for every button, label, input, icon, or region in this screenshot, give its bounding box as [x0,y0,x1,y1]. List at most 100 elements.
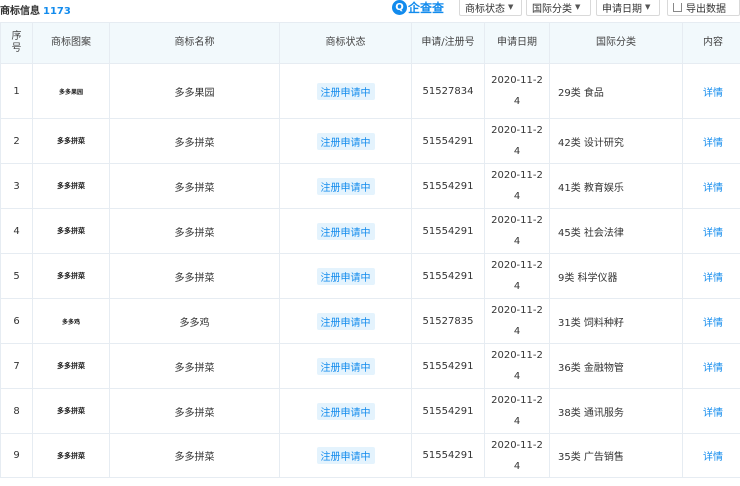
trademark-image: 多多拼菜 [32,208,110,254]
application-date: 2020-11-24 [491,439,543,472]
application-date: 2020-11-24 [491,395,543,427]
trademark-image: 多多拼菜 [32,343,110,389]
row-index: 3 [0,163,33,209]
table-header-row: 序号 商标图案 商标名称 商标状态 申请/注册号 申请日期 国际分类 内容 [0,22,740,64]
trademark-name: 多多拼菜 [109,208,280,254]
row-index: 1 [0,63,33,119]
status-cell: 注册申请中 [279,343,412,389]
date-cell: 2020-11-24 [484,388,550,434]
intl-class: 38类 通讯服务 [549,388,683,434]
application-date: 2020-11-24 [491,350,543,382]
date-cell: 2020-11-24 [484,298,550,344]
intl-class: 41类 教育娱乐 [549,163,683,209]
date-cell: 2020-11-24 [484,343,550,389]
trademark-image: 多多拼菜 [32,433,110,478]
trademark-name: 多多果园 [109,63,280,119]
trademark-count: 1173 [43,6,71,17]
class-filter-label: 国际分类 [532,3,572,15]
row-index: 4 [0,208,33,254]
status-filter-dropdown[interactable]: 商标状态 ▼ [459,0,522,16]
details-link[interactable]: 详情 [682,208,740,254]
date-cell: 2020-11-24 [484,208,550,254]
table-row: 1 多多果园 多多果园 注册申请中 51527834 2020-11-24 29… [0,63,740,119]
table-row: 5 多多拼菜 多多拼菜 注册申请中 51554291 2020-11-24 9类… [0,253,740,299]
trademark-image: 多多拼菜 [32,388,110,434]
class-filter-dropdown[interactable]: 国际分类 ▼ [526,0,591,16]
date-filter-dropdown[interactable]: 申请日期 ▼ [596,0,660,16]
date-filter-label: 申请日期 [602,3,642,15]
trademark-image: 多多拼菜 [32,253,110,299]
trademark-image: 多多果园 [32,63,110,119]
intl-class: 35类 广告销售 [549,433,683,478]
status-badge: 注册申请中 [316,132,375,150]
table-row: 8 多多拼菜 多多拼菜 注册申请中 51554291 2020-11-24 38… [0,388,740,434]
reg-number: 51554291 [411,253,485,299]
row-index: 7 [0,343,33,389]
intl-class: 42类 设计研究 [549,118,683,164]
caret-down-icon: ▼ [645,3,651,11]
date-cell: 2020-11-24 [484,253,550,299]
reg-number: 51527834 [411,63,485,119]
trademark-image: 多多拼菜 [32,163,110,209]
details-link[interactable]: 详情 [682,163,740,209]
section-header: 商标信息 1173 Q 企查查 商标状态 ▼ 国际分类 ▼ 申请日期 ▼ 导出数据 [0,0,740,18]
status-cell: 注册申请中 [279,208,412,254]
reg-number: 51554291 [411,343,485,389]
table-row: 6 多多鸡 多多鸡 注册申请中 51527835 2020-11-24 31类 … [0,298,740,344]
status-badge: 注册申请中 [316,222,375,240]
export-data-button[interactable]: 导出数据 [667,0,740,16]
details-link[interactable]: 详情 [682,343,740,389]
details-link[interactable]: 详情 [682,63,740,119]
trademark-name: 多多鸡 [109,298,280,344]
section-title: 商标信息 1173 [0,2,71,17]
trademark-image: 多多拼菜 [32,118,110,164]
trademark-table: 序号 商标图案 商标名称 商标状态 申请/注册号 申请日期 国际分类 内容 1 … [0,22,740,478]
details-link[interactable]: 详情 [682,118,740,164]
intl-class: 36类 金融物管 [549,343,683,389]
reg-number: 51554291 [411,208,485,254]
trademark-name: 多多拼菜 [109,163,280,209]
status-cell: 注册申请中 [279,163,412,209]
application-date: 2020-11-24 [491,75,543,107]
caret-down-icon: ▼ [508,3,514,11]
logo-text: 企查查 [408,1,445,15]
export-label: 导出数据 [686,3,726,15]
details-link[interactable]: 详情 [682,388,740,434]
reg-number: 51554291 [411,433,485,478]
status-badge: 注册申请中 [316,177,375,195]
application-date: 2020-11-24 [491,260,543,292]
status-cell: 注册申请中 [279,118,412,164]
trademark-name: 多多拼菜 [109,343,280,389]
status-cell: 注册申请中 [279,388,412,434]
status-badge: 注册申请中 [316,447,375,464]
col-header-date: 申请日期 [484,22,550,64]
date-cell: 2020-11-24 [484,163,550,209]
table-row: 3 多多拼菜 多多拼菜 注册申请中 51554291 2020-11-24 41… [0,163,740,209]
reg-number: 51554291 [411,388,485,434]
col-header-reg-no: 申请/注册号 [411,22,485,64]
application-date: 2020-11-24 [491,170,543,202]
intl-class: 9类 科学仪器 [549,253,683,299]
details-link[interactable]: 详情 [682,433,740,478]
caret-down-icon: ▼ [575,3,581,11]
export-icon [673,2,682,12]
section-title-label: 商标信息 [0,6,40,17]
status-badge: 注册申请中 [316,82,375,100]
table-row: 7 多多拼菜 多多拼菜 注册申请中 51554291 2020-11-24 36… [0,343,740,389]
reg-number: 51527835 [411,298,485,344]
details-link[interactable]: 详情 [682,298,740,344]
col-header-name: 商标名称 [109,22,280,64]
row-index: 9 [0,433,33,478]
trademark-image: 多多鸡 [32,298,110,344]
qichacha-logo: Q 企查查 [392,0,444,16]
col-header-index: 序号 [0,22,33,64]
col-header-class: 国际分类 [549,22,683,64]
intl-class: 45类 社会法律 [549,208,683,254]
trademark-name: 多多拼菜 [109,118,280,164]
status-cell: 注册申请中 [279,433,412,478]
qichacha-logo-icon: Q [392,0,407,15]
details-link[interactable]: 详情 [682,253,740,299]
status-badge: 注册申请中 [316,267,375,285]
row-index: 5 [0,253,33,299]
status-badge: 注册申请中 [316,402,375,420]
